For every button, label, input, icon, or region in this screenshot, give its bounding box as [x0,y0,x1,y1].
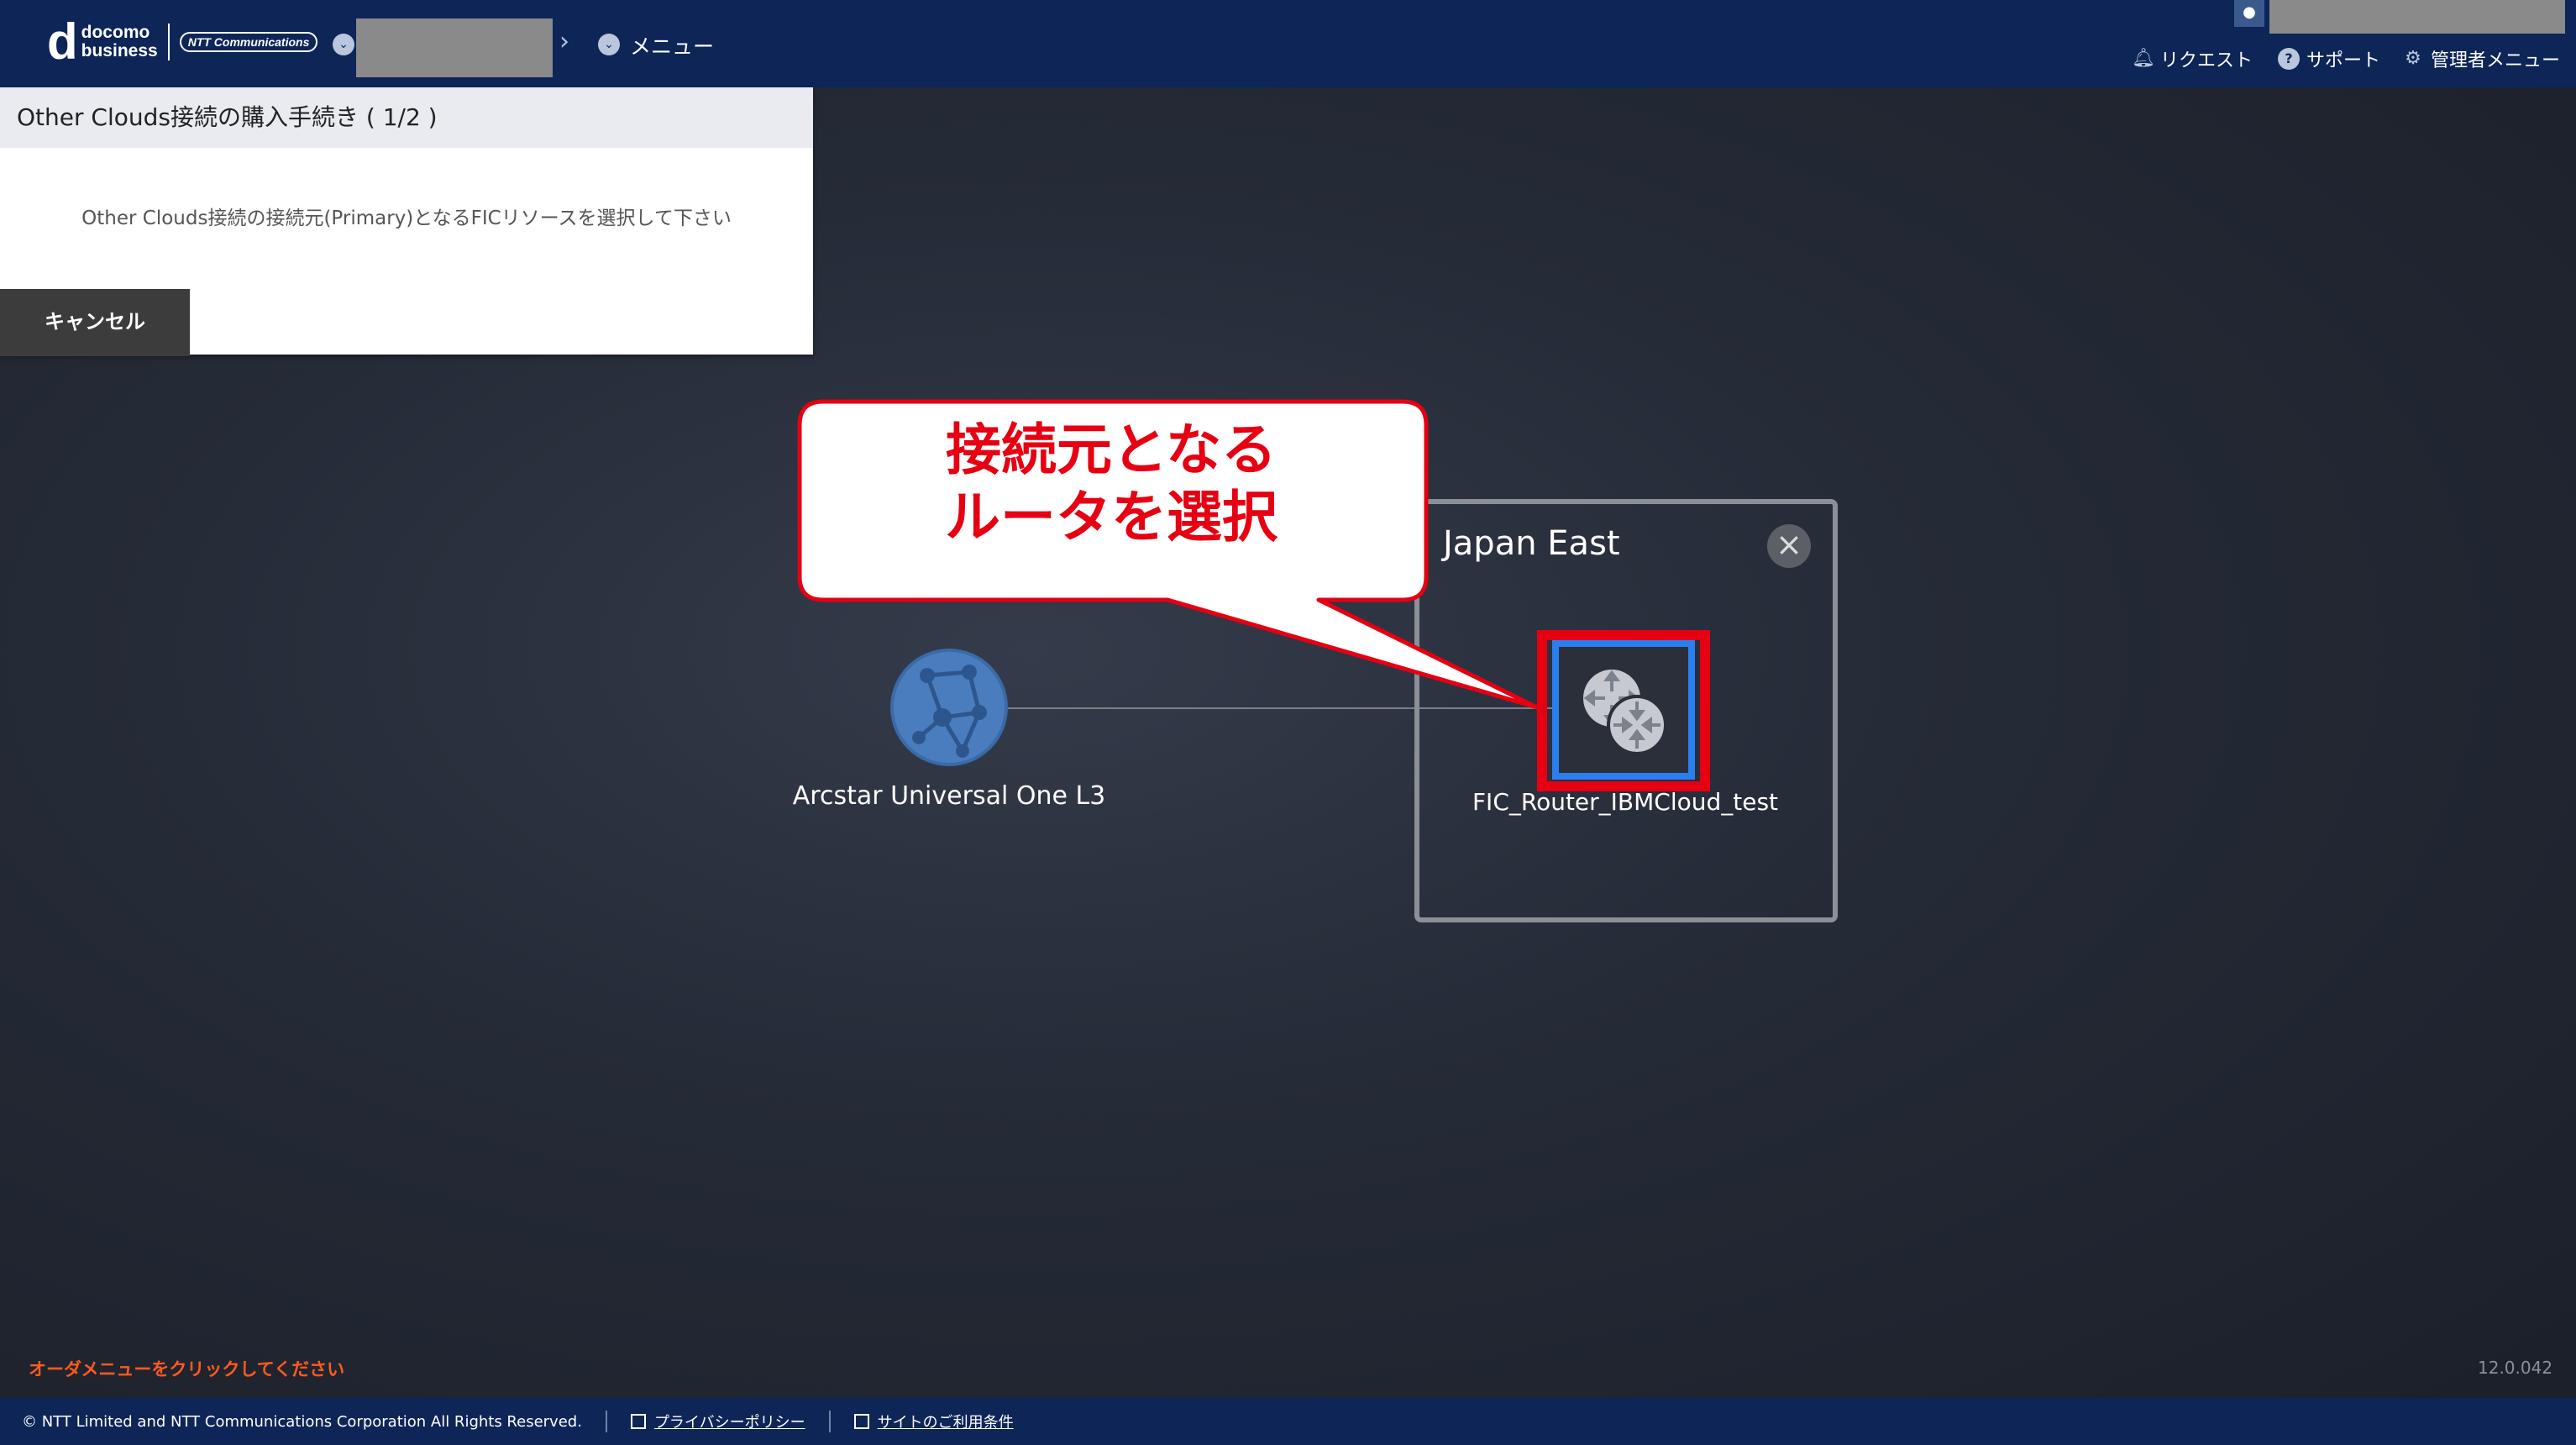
request-link[interactable]: 🔔︎ リクエスト [2132,45,2253,72]
copyright: © NTT Limited and NTT Communications Cor… [22,1412,582,1431]
logo-wordmark: docomo business [81,24,158,60]
footer: © NTT Limited and NTT Communications Cor… [0,1398,2576,1445]
network-node-label: Arcstar Universal One L3 [792,781,1106,811]
user-icon[interactable]: ● [2234,0,2264,27]
callout-text: 接続元となる ルータを選択 [798,417,1424,551]
privacy-policy-link[interactable]: プライバシーポリシー [630,1411,805,1432]
top-header: d docomo business NTT Communications ⌄ ›… [0,0,2576,87]
privacy-policy-label: プライバシーポリシー [653,1414,805,1432]
docomo-business-logo[interactable]: d docomo business NTT Communications [47,13,318,70]
footer-divider [605,1411,607,1432]
logo-top-word: docomo [81,23,150,42]
external-window-icon [853,1414,869,1429]
admin-menu-label: 管理者メニュー [2431,50,2561,71]
version-label: 12.0.042 [2478,1358,2553,1378]
router-node[interactable] [1552,640,1695,780]
help-icon: ? [2278,48,2300,70]
external-window-icon [630,1414,646,1429]
terms-link[interactable]: サイトのご利用条件 [853,1411,1014,1432]
support-label: サポート [2306,50,2381,71]
close-icon[interactable]: × [1767,524,1811,568]
tenant-chevron-down-icon[interactable]: ⌄ [333,34,354,55]
menu-dropdown[interactable]: メニュー [630,30,714,60]
logo-mark: d [47,13,78,70]
admin-menu-link[interactable]: ⚙ 管理者メニュー [2402,45,2560,72]
breadcrumb-chevron-right-icon: › [559,27,569,56]
callout-line-2: ルータを選択 [945,485,1278,549]
router-label: FIC_Router_IBMCloud_test [1472,788,1779,816]
menu-chevron-down-icon[interactable]: ⌄ [598,34,620,55]
router-icon [1583,670,1667,755]
terms-label: サイトのご利用条件 [877,1414,1014,1432]
purchase-panel: Other Clouds接続の購入手続き ( 1/2 ) Other Cloud… [0,87,813,356]
callout-line-1: 接続元となる [945,418,1278,482]
footer-divider [828,1411,831,1432]
logo-bottom-word: business [81,41,158,60]
ntt-logo: NTT Communications [179,32,318,52]
gear-icon: ⚙ [2405,48,2421,69]
tenant-selector-redacted[interactable] [356,18,553,77]
support-link[interactable]: ? サポート [2278,45,2380,72]
cancel-button[interactable]: キャンセル [0,289,190,356]
region-title: Japan East [1443,524,1620,563]
logo-divider [167,24,170,60]
panel-instruction: Other Clouds接続の接続元(Primary)となるFICリソースを選択… [81,208,732,229]
bell-icon: 🔔︎ [2132,48,2155,69]
request-label: リクエスト [2160,50,2253,71]
globe-network-icon[interactable] [889,647,1010,768]
panel-title: Other Clouds接続の購入手続き ( 1/2 ) [0,87,813,148]
user-name-redacted[interactable] [2269,0,2565,34]
order-hint: オーダメニューをクリックしてください [29,1359,345,1379]
